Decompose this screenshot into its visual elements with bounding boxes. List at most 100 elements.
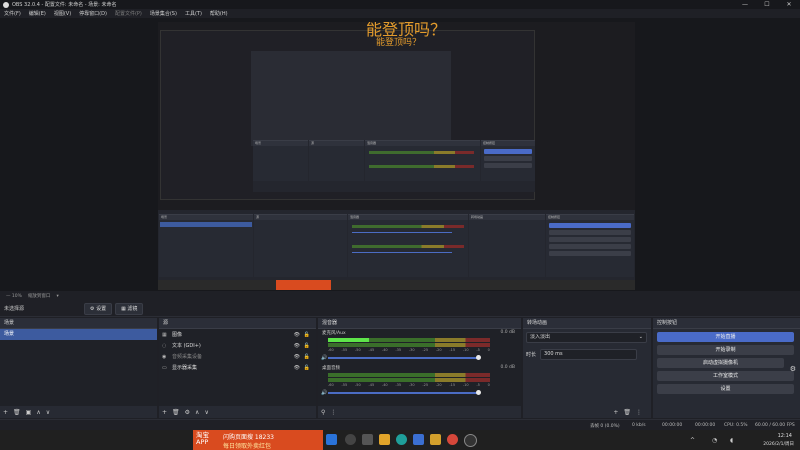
scene-item[interactable]: 场景 (0, 329, 157, 340)
mixer-menu-icon[interactable]: ⋮ (330, 409, 336, 416)
remove-transition-icon[interactable]: 🗑 (623, 409, 631, 416)
add-scene-icon[interactable]: + (3, 409, 8, 416)
speaker-icon[interactable]: ◖ (730, 437, 733, 444)
menu-edit[interactable]: 编辑(E) (25, 10, 50, 17)
stream-time: 00:00:00 (662, 423, 683, 428)
remove-source-icon[interactable]: 🗑 (172, 409, 180, 416)
source-filters-button[interactable]: ▦ 滤镜 (115, 302, 144, 315)
speaker-icon[interactable]: 🔊 (321, 355, 327, 361)
store-icon[interactable] (413, 434, 424, 445)
volume-slider[interactable] (328, 357, 478, 359)
transition-select[interactable]: 淡入淡出 ⌄ (526, 332, 647, 343)
meter-tick-label: -10 (462, 383, 469, 387)
meter-tick-label: -50 (354, 383, 361, 387)
visibility-eye-icon[interactable]: 👁 (294, 332, 300, 338)
search-icon[interactable] (345, 434, 356, 445)
volume-meter-right (328, 343, 490, 347)
selected-source-label: 未选择源 (4, 306, 25, 312)
meter-scale: -60 -55 -50 -45 -40 -35 -30 -25 -20 -15 -10 -5 0 (328, 383, 490, 387)
source-row-text[interactable]: ◌ 文本 (GDI+) 👁 🔓 (159, 340, 316, 351)
task-view-icon[interactable] (362, 434, 373, 445)
source-label: 文本 (GDI+) (172, 343, 201, 349)
source-row-audio-capture[interactable]: ◉ 音频采集设备 👁 🔓 (159, 351, 316, 362)
start-recording-button[interactable]: 开始录制 (657, 345, 794, 355)
meter-tick-label: 0 (487, 383, 490, 387)
obs-logo-icon (3, 1, 9, 8)
lock-icon[interactable]: 🔓 (304, 365, 310, 371)
start-virtual-camera-button[interactable]: 启动虚拟摄像机 (657, 358, 784, 368)
menu-docks[interactable]: 停靠窗口(D) (75, 10, 111, 17)
browser-icon[interactable] (447, 434, 458, 445)
visibility-eye-icon[interactable]: 👁 (294, 343, 300, 349)
clock-time[interactable]: 12:14 (754, 433, 792, 439)
lock-icon[interactable]: 🔓 (304, 332, 310, 338)
meter-scale: -60 -55 -50 -45 -40 -35 -30 -25 -20 -15 -10 -5 0 (328, 348, 490, 352)
obs-taskbar-icon[interactable] (464, 434, 477, 447)
meter-tick-label: -45 (368, 383, 375, 387)
scene-filter-icon[interactable]: ▣ (26, 409, 32, 416)
meter-tick-label: -50 (354, 348, 361, 352)
visibility-eye-icon[interactable]: 👁 (294, 354, 300, 360)
meter-tick-label: -20 (435, 383, 442, 387)
advanced-audio-icon[interactable]: ⚲ (321, 409, 325, 416)
transitions-title: 转场动画 (523, 318, 651, 329)
transition-menu-icon[interactable]: ⋮ (636, 409, 642, 416)
gear-icon[interactable]: ⚙ (790, 365, 796, 373)
volume-slider[interactable] (328, 392, 478, 394)
file-explorer-icon[interactable] (379, 434, 390, 445)
channel-db: 0.0 dB (500, 365, 515, 370)
volume-slider-handle[interactable] (476, 355, 481, 360)
cpu-usage: CPU: 0.5% (724, 423, 748, 428)
source-row-image[interactable]: ▦ 图像 👁 🔓 (159, 329, 316, 340)
record-time: 00:00:00 (695, 423, 716, 428)
lock-icon[interactable]: 🔓 (304, 354, 310, 360)
menu-profile[interactable]: 配置文件(P) (111, 10, 146, 17)
menu-view[interactable]: 视图(V) (50, 10, 75, 17)
monitor-icon: ▭ (162, 364, 167, 371)
move-down-icon[interactable]: ∨ (46, 409, 50, 416)
menu-file[interactable]: 文件(F) (0, 10, 25, 17)
lock-icon[interactable]: 🔓 (304, 343, 310, 349)
start-streaming-button[interactable]: 开始直播 (657, 332, 794, 342)
source-row-display-capture[interactable]: ▭ 显示器采集 👁 🔓 (159, 362, 316, 373)
wifi-icon[interactable]: ◔ (712, 437, 717, 444)
menu-help[interactable]: 帮助(H) (206, 10, 232, 17)
duration-value: 300 ms (544, 351, 563, 357)
move-down-icon[interactable]: ∨ (204, 409, 208, 416)
remove-scene-icon[interactable]: 🗑 (13, 409, 21, 416)
app-icon[interactable] (430, 434, 441, 445)
minimize-button[interactable]: — (734, 0, 756, 9)
settings-button[interactable]: 设置 (657, 384, 794, 394)
ad-line-2: 每日领取外卖红包 (223, 443, 272, 450)
title-bar: OBS 32.0.4 - 配置文件: 未命名 - 场景: 未命名 — ☐ ✕ (0, 0, 800, 9)
move-up-icon[interactable]: ∧ (195, 409, 199, 416)
volume-slider-handle[interactable] (476, 390, 481, 395)
maximize-button[interactable]: ☐ (756, 0, 778, 9)
zoom-dropdown-icon[interactable]: ▾ (56, 294, 58, 299)
edge-browser-icon[interactable] (396, 434, 407, 445)
zoom-mode[interactable]: 缩放到窗口 (28, 293, 51, 299)
clock-date[interactable]: 2026/2/1/周日 (750, 441, 794, 447)
menu-tools[interactable]: 工具(T) (181, 10, 206, 17)
volume-meter (328, 373, 490, 377)
ad-brand: 淘宝APP (196, 431, 209, 446)
speaker-icon[interactable]: 🔊 (321, 390, 327, 396)
studio-mode-button[interactable]: 工作室模式 (657, 371, 794, 381)
menu-scene-collection[interactable]: 场景集合(S) (146, 10, 181, 17)
move-up-icon[interactable]: ∧ (36, 409, 40, 416)
start-menu-icon[interactable] (326, 434, 337, 445)
transition-value: 淡入淡出 (530, 334, 551, 340)
taobao-ad-banner[interactable]: 淘宝APP 闪购页面搜 18233 每日领取外卖红包 (193, 430, 323, 450)
duration-input[interactable]: 300 ms (540, 349, 638, 360)
visibility-eye-icon[interactable]: 👁 (294, 365, 300, 371)
add-source-icon[interactable]: + (162, 409, 167, 416)
zoom-level[interactable]: — 10% (6, 294, 22, 299)
source-properties-icon[interactable]: ⚙ (185, 409, 190, 416)
mixer-dock: 混音器 麦克风/Aux 0.0 dB -60 -55 -50 -45 -40 -35 -30… (318, 318, 521, 418)
nested-capture-inner (251, 51, 451, 146)
preview-canvas[interactable]: 场景 源 混音器 控制按钮 场景 源 混音器 转场动画 控制按钮 能登顶吗？ 能… (158, 22, 635, 290)
chevron-up-icon[interactable]: ^ (690, 437, 695, 444)
add-transition-icon[interactable]: + (613, 409, 618, 416)
close-button[interactable]: ✕ (778, 0, 800, 9)
source-settings-button[interactable]: ⚙ 设置 (84, 302, 113, 315)
